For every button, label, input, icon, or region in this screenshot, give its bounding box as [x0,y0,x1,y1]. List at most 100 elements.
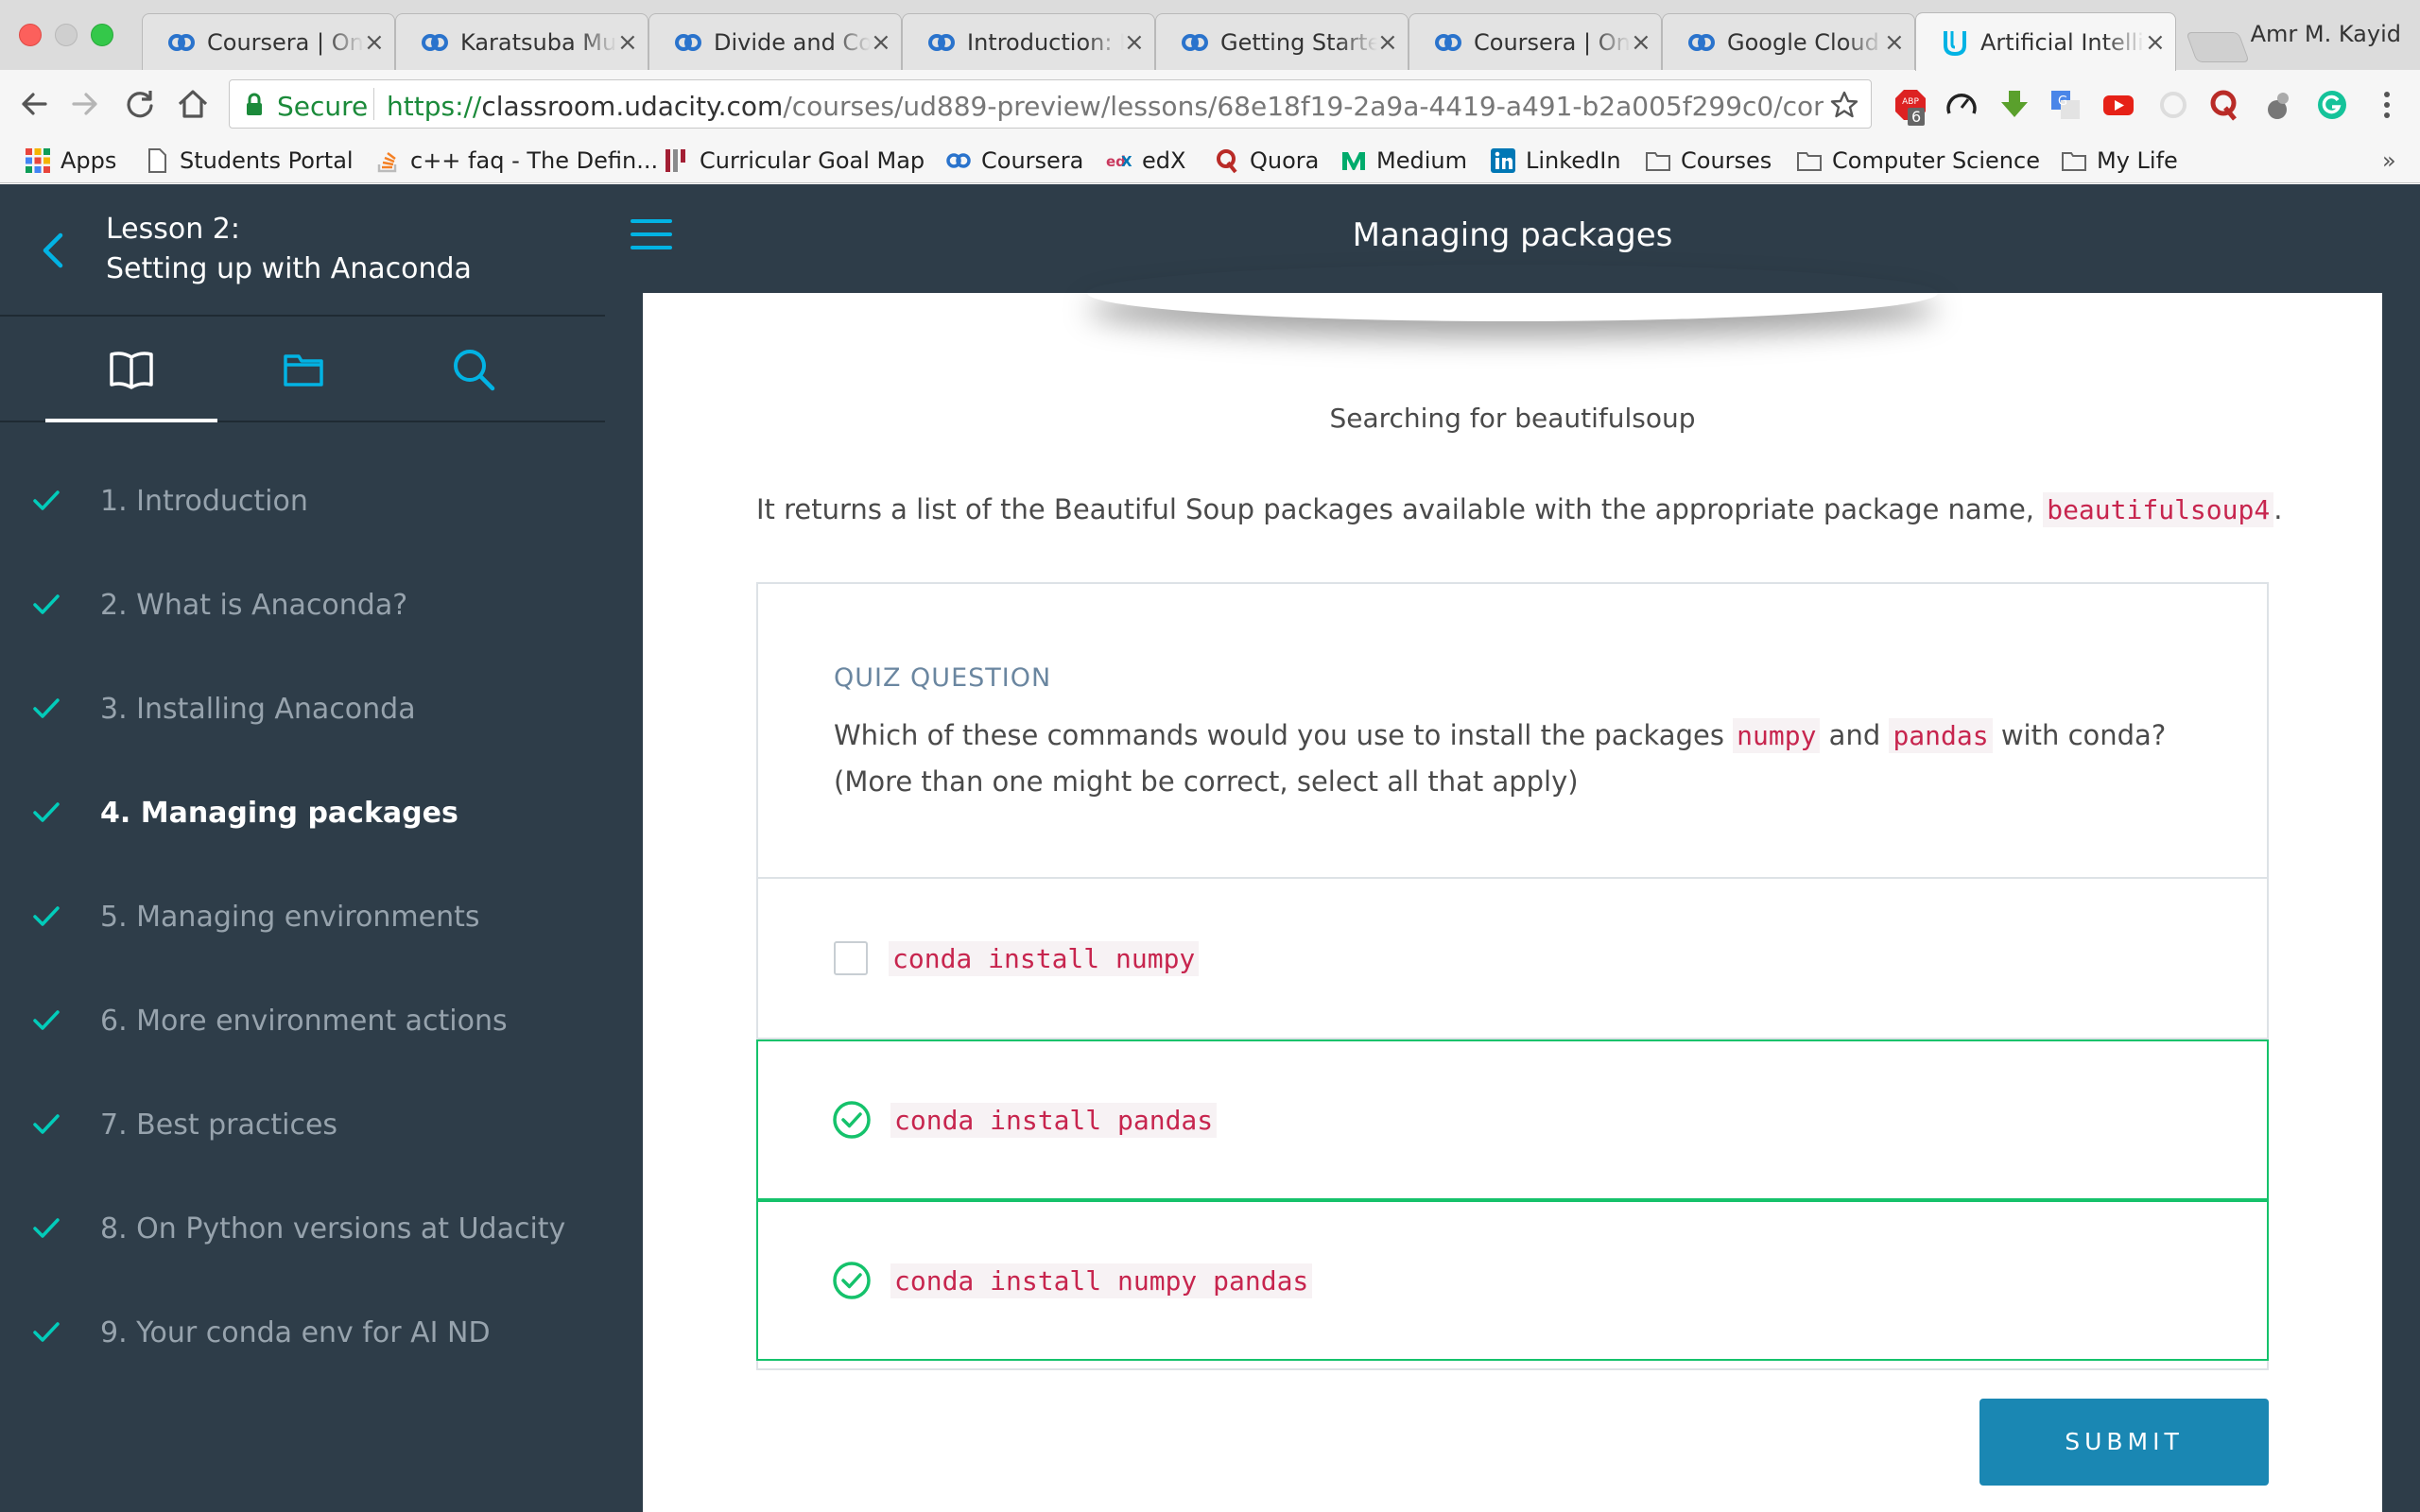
question-text: Which of these commands would you use to… [834,719,1734,751]
reload-icon[interactable] [121,85,159,123]
bookmarks-overflow-button[interactable]: » [2382,144,2396,178]
bookmark-linkedin[interactable]: LinkedIn [1490,144,1621,178]
chevron-left-icon[interactable] [36,230,70,271]
bookmark-label: edX [1142,147,1186,174]
chrome-menu-icon[interactable] [2371,89,2403,121]
submit-button[interactable]: SUBMIT [1979,1399,2269,1486]
tab-label: Getting Started [1220,28,1377,56]
sidebar-item-installing-anaconda[interactable]: 3. Installing Anaconda [0,657,605,761]
bookmark-edx[interactable]: ed X edX [1106,144,1185,178]
browser-tab[interactable]: Google Cloud × [1662,13,1915,70]
browser-tab[interactable]: Getting Started × [1155,13,1409,70]
inline-code: pandas [1889,718,1993,753]
grammarly-extension-icon[interactable] [2316,89,2348,121]
coursera-icon [1435,33,1461,51]
home-icon[interactable] [174,85,212,123]
page-icon [148,148,166,173]
sidebar-item-what-is-anaconda[interactable]: 2. What is Anaconda? [0,553,605,657]
close-icon[interactable]: × [1631,30,1651,55]
browser-tab-active[interactable]: Artificial Intelligence × [1915,12,2176,71]
close-icon[interactable]: × [1124,30,1145,55]
check-icon [33,490,60,510]
browser-toolbar: Secure https://classroom.udacity.com/cou… [0,70,2420,138]
close-icon[interactable]: × [1884,30,1905,55]
tab-search[interactable] [388,317,560,422]
tab-concepts[interactable] [45,317,217,422]
bookmark-students-portal[interactable]: Students Portal [144,144,354,178]
back-arrow-icon[interactable] [15,85,53,123]
quiz-option-selected[interactable]: conda install numpy pandas [756,1200,2269,1361]
forward-arrow-icon[interactable] [66,85,104,123]
speedometer-extension-icon[interactable] [1945,89,1978,121]
close-icon[interactable]: × [1377,30,1398,55]
check-icon [33,802,60,822]
incognito-extension-icon[interactable] [2261,89,2293,121]
bookmark-label: LinkedIn [1526,147,1621,174]
quiz-option[interactable]: conda install numpy [758,879,2267,1040]
sidebar-tabs [0,317,605,422]
new-tab-button[interactable] [2186,32,2250,62]
image-shadow [1087,265,1938,321]
browser-tab[interactable]: Karatsuba Multiplication × [395,13,648,70]
check-icon [33,594,60,614]
edx-icon: edX [1106,153,1132,170]
search-icon [454,350,495,391]
bookmark-quora[interactable]: Quora [1214,144,1319,178]
quiz-label: QUIZ QUESTION [834,663,1052,693]
check-circle-icon[interactable] [832,1261,872,1300]
apps-grid-icon [26,148,50,173]
check-circle-icon[interactable] [832,1100,872,1140]
sidebar-item-managing-packages[interactable]: 4. Managing packages [0,761,605,865]
browser-tab[interactable]: Introduction: M × [902,13,1155,70]
star-bookmark-icon[interactable] [1829,90,1859,120]
sidebar-item-conda-env-ai-nd[interactable]: 9. Your conda env for AI ND [0,1280,605,1384]
coursera-icon [1182,33,1208,51]
url-divider [373,88,374,120]
lesson-sidebar: Lesson 2: Setting up with Anaconda 1. In… [0,184,605,1512]
translate-extension-icon[interactable]: G [2049,89,2082,121]
coursera-icon [675,33,701,51]
circle-extension-icon[interactable] [2157,89,2189,121]
youtube-extension-icon[interactable] [2102,89,2135,121]
close-window-button[interactable] [19,24,42,46]
tab-resources[interactable] [217,317,389,422]
download-extension-icon[interactable] [1998,89,2031,121]
sidebar-item-managing-environments[interactable]: 5. Managing environments [0,865,605,969]
address-bar[interactable]: Secure https://classroom.udacity.com/cou… [229,79,1872,129]
check-icon [33,906,60,926]
bookmark-medium[interactable]: Medium [1340,144,1467,178]
bookmark-folder-courses[interactable]: Courses [1645,144,1772,178]
bookmark-folder-my-life[interactable]: My Life [2061,144,2178,178]
quora-extension-icon[interactable] [2208,89,2240,121]
browser-tab[interactable]: Coursera | Online Courses × [142,13,395,70]
close-icon[interactable]: × [364,30,385,55]
bookmark-folder-computer-science[interactable]: Computer Science [1796,144,2040,178]
maximize-window-button[interactable] [91,24,113,46]
linkedin-icon [1491,148,1515,173]
bookmark-coursera[interactable]: Coursera [945,144,1083,178]
bookmark-label: Courses [1681,147,1772,174]
close-icon[interactable]: × [2145,30,2166,55]
profile-name[interactable]: Amr M. Kayid [2251,21,2401,47]
sidebar-item-best-practices[interactable]: 7. Best practices [0,1073,605,1177]
image-caption: Searching for beautifulsoup [1329,403,1696,434]
close-icon[interactable]: × [617,30,638,55]
minimize-window-button[interactable] [55,24,78,46]
url-text[interactable]: https://classroom.udacity.com/courses/ud… [387,91,1824,122]
check-icon [33,1218,60,1238]
lesson-title: Setting up with Anaconda [106,252,472,285]
sidebar-item-more-environment-actions[interactable]: 6. More environment actions [0,969,605,1073]
browser-tab[interactable]: Divide and Conquer × [648,13,902,70]
bookmark-curricular-goal-map[interactable]: Curricular Goal Map [664,144,925,178]
sidebar-item-label: 9. Your conda env for AI ND [100,1315,491,1349]
quiz-option-selected[interactable]: conda install pandas [756,1040,2269,1200]
bookmark-apps[interactable]: Apps [25,144,116,178]
bookmark-cpp-faq[interactable]: c++ faq - The Defin... [374,144,658,178]
sidebar-item-label: 8. On Python versions at Udacity [100,1211,566,1246]
close-icon[interactable]: × [871,30,891,55]
checkbox-unchecked[interactable] [834,941,868,975]
sidebar-item-python-versions[interactable]: 8. On Python versions at Udacity [0,1177,605,1280]
browser-tab[interactable]: Coursera | Online × [1409,13,1662,70]
body-text-suffix: . [2273,493,2283,525]
sidebar-item-introduction[interactable]: 1. Introduction [0,449,605,553]
